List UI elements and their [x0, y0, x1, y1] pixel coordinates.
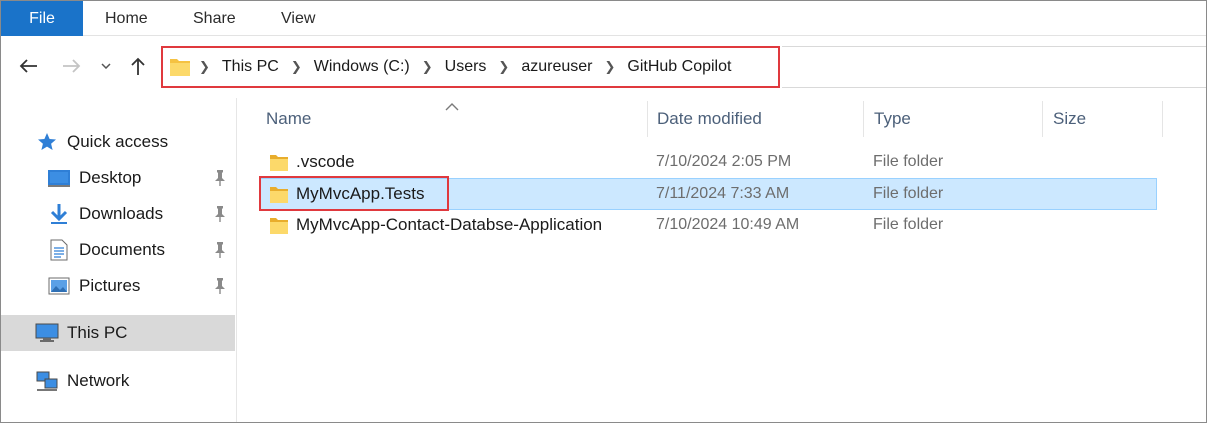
- pin-icon[interactable]: [213, 277, 227, 295]
- file-name: MyMvcApp-Contact-Databse-Application: [296, 215, 603, 234]
- navigation-pane: Quick access Desktop Downloads Documents…: [1, 98, 237, 422]
- chevron-right-icon[interactable]: ❯: [498, 59, 509, 75]
- navigation-bar: ❯ This PC ❯ Windows (C:) ❯ Users ❯ azure…: [1, 37, 1206, 97]
- sidebar-item-label: Network: [67, 371, 130, 390]
- pin-icon[interactable]: [213, 169, 227, 187]
- tab-view[interactable]: View: [281, 1, 315, 36]
- breadcrumb-users[interactable]: Users: [445, 58, 487, 76]
- sidebar-item-label: Documents: [79, 240, 165, 259]
- column-divider[interactable]: [1162, 101, 1163, 137]
- sidebar-item-quick-access[interactable]: Quick access: [1, 124, 235, 160]
- column-header-type[interactable]: Type: [874, 105, 911, 133]
- chevron-right-icon[interactable]: ❯: [604, 59, 615, 75]
- column-divider[interactable]: [1042, 101, 1043, 137]
- folder-icon: [269, 186, 289, 209]
- back-arrow-icon[interactable]: [13, 49, 43, 83]
- breadcrumb-this-pc[interactable]: This PC: [222, 58, 279, 76]
- sort-ascending-icon: [444, 97, 460, 111]
- chevron-right-icon[interactable]: ❯: [422, 59, 433, 75]
- breadcrumb-github-copilot[interactable]: GitHub Copilot: [627, 58, 731, 76]
- star-icon: [35, 131, 59, 153]
- file-row[interactable]: .vscode 7/10/2024 2:05 PM File folder: [259, 146, 1157, 178]
- breadcrumb-windows-c[interactable]: Windows (C:): [314, 58, 410, 76]
- file-row[interactable]: MyMvcApp-Contact-Databse-Application 7/1…: [259, 209, 1157, 241]
- column-divider[interactable]: [863, 101, 864, 137]
- column-divider[interactable]: [647, 101, 648, 137]
- up-arrow-icon[interactable]: [123, 49, 153, 83]
- file-name: MyMvcApp.Tests: [296, 184, 425, 203]
- folder-icon: [269, 217, 289, 240]
- file-date-modified: 7/10/2024 10:49 AM: [656, 216, 800, 233]
- chevron-right-icon[interactable]: ❯: [291, 59, 302, 75]
- document-icon: [47, 239, 71, 261]
- sidebar-item-label: Quick access: [67, 132, 169, 151]
- sidebar-item-downloads[interactable]: Downloads: [1, 196, 235, 232]
- sidebar-item-label: Pictures: [79, 276, 141, 295]
- column-header-name[interactable]: Name: [266, 105, 311, 133]
- file-name: .vscode: [296, 152, 355, 171]
- file-type: File folder: [873, 153, 944, 170]
- forward-arrow-icon[interactable]: [57, 49, 87, 83]
- sidebar-item-network[interactable]: Network: [1, 363, 235, 399]
- sidebar-item-desktop[interactable]: Desktop: [1, 160, 235, 196]
- desktop-icon: [47, 167, 71, 189]
- computer-icon: [35, 322, 59, 344]
- sidebar-item-documents[interactable]: Documents: [1, 232, 235, 268]
- breadcrumb-azureuser[interactable]: azureuser: [521, 58, 592, 76]
- network-icon: [35, 370, 59, 392]
- pin-icon[interactable]: [213, 205, 227, 223]
- ribbon-tabs: File Home Share View: [1, 1, 1206, 36]
- address-bar-empty-area[interactable]: [782, 46, 1206, 88]
- sidebar-item-label: Downloads: [79, 204, 164, 223]
- folder-icon: [269, 154, 289, 177]
- folder-icon: [169, 56, 191, 83]
- pin-icon[interactable]: [213, 241, 227, 259]
- address-bar[interactable]: ❯ This PC ❯ Windows (C:) ❯ Users ❯ azure…: [161, 46, 780, 88]
- file-date-modified: 7/11/2024 7:33 AM: [656, 185, 790, 202]
- tab-file[interactable]: File: [1, 1, 83, 36]
- tab-home[interactable]: Home: [105, 1, 148, 36]
- file-row-selected[interactable]: MyMvcApp.Tests 7/11/2024 7:33 AM File fo…: [259, 178, 1157, 210]
- file-explorer-window: File Home Share View ❯ This PC ❯ Windows…: [0, 0, 1207, 423]
- sidebar-item-this-pc[interactable]: This PC: [1, 315, 235, 351]
- sidebar-item-label: Desktop: [79, 168, 142, 187]
- chevron-down-icon[interactable]: [95, 49, 117, 83]
- file-type: File folder: [873, 185, 944, 202]
- tab-share[interactable]: Share: [193, 1, 236, 36]
- file-type: File folder: [873, 216, 944, 233]
- chevron-right-icon: ❯: [199, 59, 210, 74]
- download-icon: [47, 203, 71, 225]
- column-header-date-modified[interactable]: Date modified: [657, 105, 762, 133]
- breadcrumb: ❯ This PC ❯ Windows (C:) ❯ Users ❯ azure…: [199, 48, 731, 86]
- pictures-icon: [47, 275, 71, 297]
- file-date-modified: 7/10/2024 2:05 PM: [656, 153, 792, 170]
- sidebar-item-pictures[interactable]: Pictures: [1, 268, 235, 304]
- column-header-size[interactable]: Size: [1053, 105, 1086, 133]
- sidebar-item-label: This PC: [67, 323, 128, 342]
